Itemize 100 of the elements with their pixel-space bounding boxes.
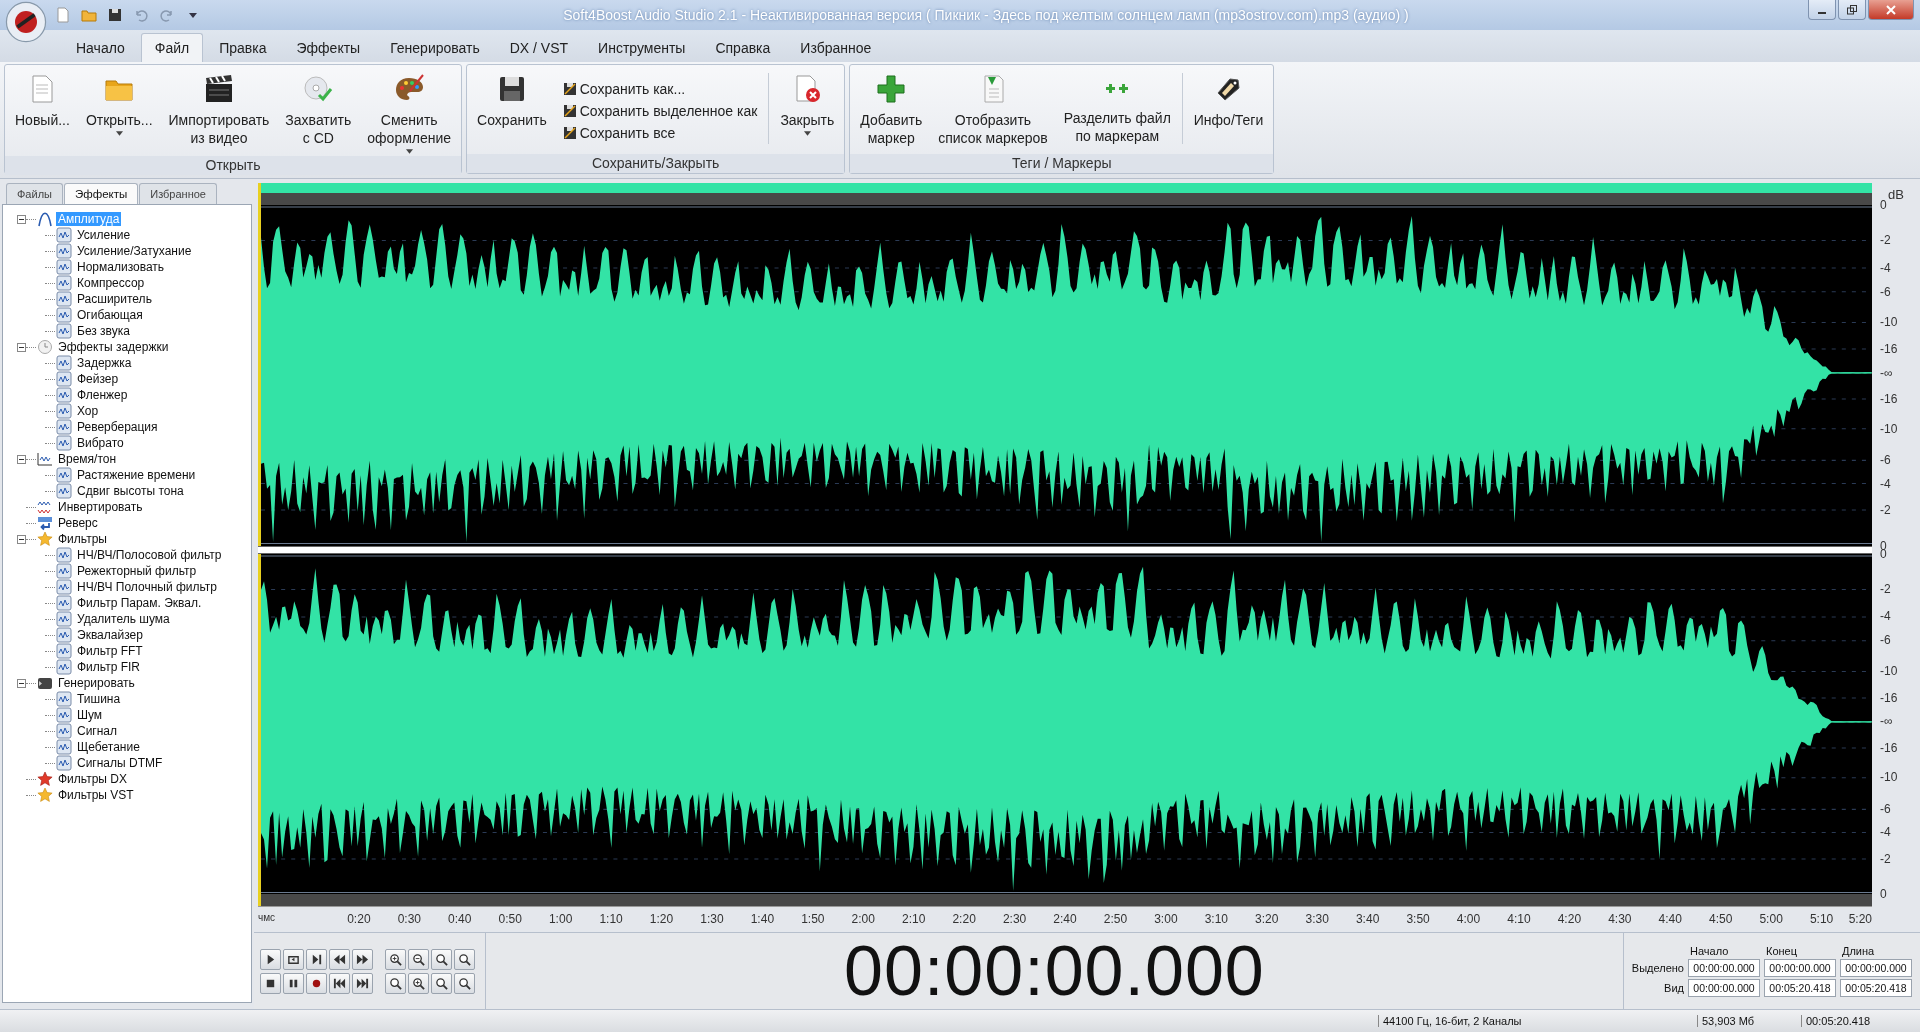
menu-tab[interactable]: Начало <box>62 33 139 62</box>
collapse-icon[interactable] <box>17 454 26 464</box>
time-field[interactable]: 00:05:20.418 <box>1764 979 1836 997</box>
tree-item[interactable]: Сигналы DTMF <box>75 756 165 770</box>
ribbon-button[interactable]: Закрыть <box>772 67 843 154</box>
tree-item[interactable]: Фленжер <box>75 388 130 402</box>
zoom-button[interactable] <box>431 948 452 970</box>
rew-button[interactable] <box>329 948 350 970</box>
tree-item[interactable]: Усиление/Затухание <box>75 244 194 258</box>
tree-item[interactable]: Сигнал <box>75 724 120 738</box>
minimize-button[interactable] <box>1808 0 1836 20</box>
start-button[interactable] <box>329 972 350 994</box>
time-field[interactable]: 00:00:00.000 <box>1840 959 1912 977</box>
menu-tab[interactable]: Эффекты <box>282 33 375 62</box>
play-button[interactable] <box>260 948 281 970</box>
ribbon-small-button[interactable]: Сохранить как... <box>560 79 760 98</box>
tree-item[interactable]: Без звука <box>75 324 132 338</box>
next-button[interactable] <box>306 948 327 970</box>
tree-item[interactable]: Инвертировать <box>56 500 145 514</box>
tree-item[interactable]: Хор <box>75 404 101 418</box>
tree-item[interactable]: Тишина <box>75 692 123 706</box>
tree-item[interactable]: Эквалайзер <box>75 628 145 642</box>
loop-button[interactable] <box>283 948 304 970</box>
sidebar-tab[interactable]: Избранное <box>139 183 217 204</box>
sidebar-tab[interactable]: Эффекты <box>63 183 139 204</box>
tree-item[interactable]: Удалитель шума <box>75 612 172 626</box>
ribbon-button[interactable]: Отобразить список маркеров <box>930 67 1056 154</box>
time-ruler-label: 2:40 <box>1053 912 1077 926</box>
collapse-icon[interactable] <box>17 214 26 224</box>
menu-tab[interactable]: Инструменты <box>584 33 700 62</box>
zoom-button[interactable] <box>385 972 406 994</box>
tree-item[interactable]: Режекторный фильтр <box>75 564 199 578</box>
menu-tab[interactable]: Избранное <box>786 33 886 62</box>
zoom-button[interactable] <box>454 948 475 970</box>
tree-item[interactable]: Генерировать <box>56 676 137 690</box>
ribbon-small-button[interactable]: Сохранить все <box>560 123 760 142</box>
collapse-icon[interactable] <box>17 534 26 544</box>
close-button[interactable] <box>1868 0 1914 20</box>
effect-icon <box>56 291 72 307</box>
time-field[interactable]: 00:00:00.000 <box>1764 959 1836 977</box>
collapse-icon[interactable] <box>17 678 26 688</box>
tree-item[interactable]: Сдвиг высоты тона <box>75 484 186 498</box>
tree-item[interactable]: Нормализовать <box>75 260 167 274</box>
tree-item[interactable]: НЧ/ВЧ Полочный фильтр <box>75 580 219 594</box>
tree-item[interactable]: Время/тон <box>56 452 119 466</box>
menu-tab[interactable]: Файл <box>140 33 204 62</box>
time-field[interactable]: 00:00:00.000 <box>1688 959 1760 977</box>
ribbon-button[interactable]: Разделить файл по маркерам <box>1055 67 1179 154</box>
tree-item[interactable]: Компрессор <box>75 276 147 290</box>
pause-button[interactable] <box>283 972 304 994</box>
ribbon-button[interactable]: Открыть... <box>77 67 161 156</box>
time-field[interactable]: 00:00:00.000 <box>1688 979 1760 997</box>
ribbon-button[interactable]: Инфо/Теги <box>1185 67 1272 154</box>
tree-item[interactable]: Фильтр FFT <box>75 644 145 658</box>
ribbon-small-button[interactable]: Сохранить выделенное как <box>560 101 760 120</box>
ribbon-button[interactable]: Новый... <box>7 67 78 156</box>
tree-item[interactable]: Растяжение времени <box>75 468 198 482</box>
zoom-button[interactable] <box>408 972 429 994</box>
tree-item[interactable]: Фильтры VST <box>56 788 136 802</box>
db-scale-label: -16 <box>1880 740 1898 755</box>
effect-icon <box>56 227 72 243</box>
record-button[interactable] <box>306 972 327 994</box>
ribbon-button[interactable]: Захватить с CD <box>277 67 360 156</box>
tree-item[interactable]: Вибрато <box>75 436 126 450</box>
tree-item[interactable]: Фейзер <box>75 372 121 386</box>
tree-item[interactable]: Фильтр Парам. Эквал. <box>75 596 204 610</box>
menu-tab[interactable]: Справка <box>701 33 785 62</box>
stop-button[interactable] <box>260 972 281 994</box>
tree-item[interactable]: Задержка <box>75 356 134 370</box>
zoom-button[interactable] <box>454 972 475 994</box>
zoom-button[interactable] <box>408 948 429 970</box>
collapse-icon[interactable] <box>17 342 26 352</box>
tree-item[interactable]: Реверберация <box>75 420 160 434</box>
menu-tab[interactable]: Генерировать <box>376 33 494 62</box>
ribbon-button[interactable]: Добавить маркер <box>852 67 931 154</box>
tree-item[interactable]: Фильтр FIR <box>75 660 142 674</box>
tree-item[interactable]: Реверс <box>56 516 100 530</box>
ribbon-button[interactable]: Импортировать из видео <box>160 67 278 156</box>
zoom-button[interactable] <box>385 948 406 970</box>
restore-button[interactable] <box>1838 0 1866 20</box>
tree-item[interactable]: Фильтры DX <box>56 772 129 786</box>
zoom-button[interactable] <box>431 972 452 994</box>
sidebar-tab[interactable]: Файлы <box>6 183 63 204</box>
time-ruler-label: 4:50 <box>1709 912 1733 926</box>
tree-item[interactable]: Щебетание <box>75 740 142 754</box>
tree-item[interactable]: НЧ/ВЧ/Полосовой фильтр <box>75 548 224 562</box>
menu-tab[interactable]: Правка <box>205 33 281 62</box>
ribbon-button[interactable]: Сменить оформление <box>359 67 460 156</box>
tree-item[interactable]: Усиление <box>75 228 133 242</box>
ff-icon <box>356 952 369 966</box>
ff-button[interactable] <box>352 948 373 970</box>
end-button[interactable] <box>352 972 373 994</box>
tree-item[interactable]: Огибающая <box>75 308 145 322</box>
menu-tab[interactable]: DX / VST <box>495 33 583 62</box>
tree-item[interactable]: Расширитель <box>75 292 154 306</box>
tree-item[interactable]: Фильтры <box>56 532 109 546</box>
ribbon-button[interactable]: Сохранить <box>469 67 555 154</box>
time-field[interactable]: 00:05:20.418 <box>1840 979 1912 997</box>
tree-item[interactable]: Шум <box>75 708 105 722</box>
tree-item[interactable]: Эффекты задержки <box>56 340 171 354</box>
